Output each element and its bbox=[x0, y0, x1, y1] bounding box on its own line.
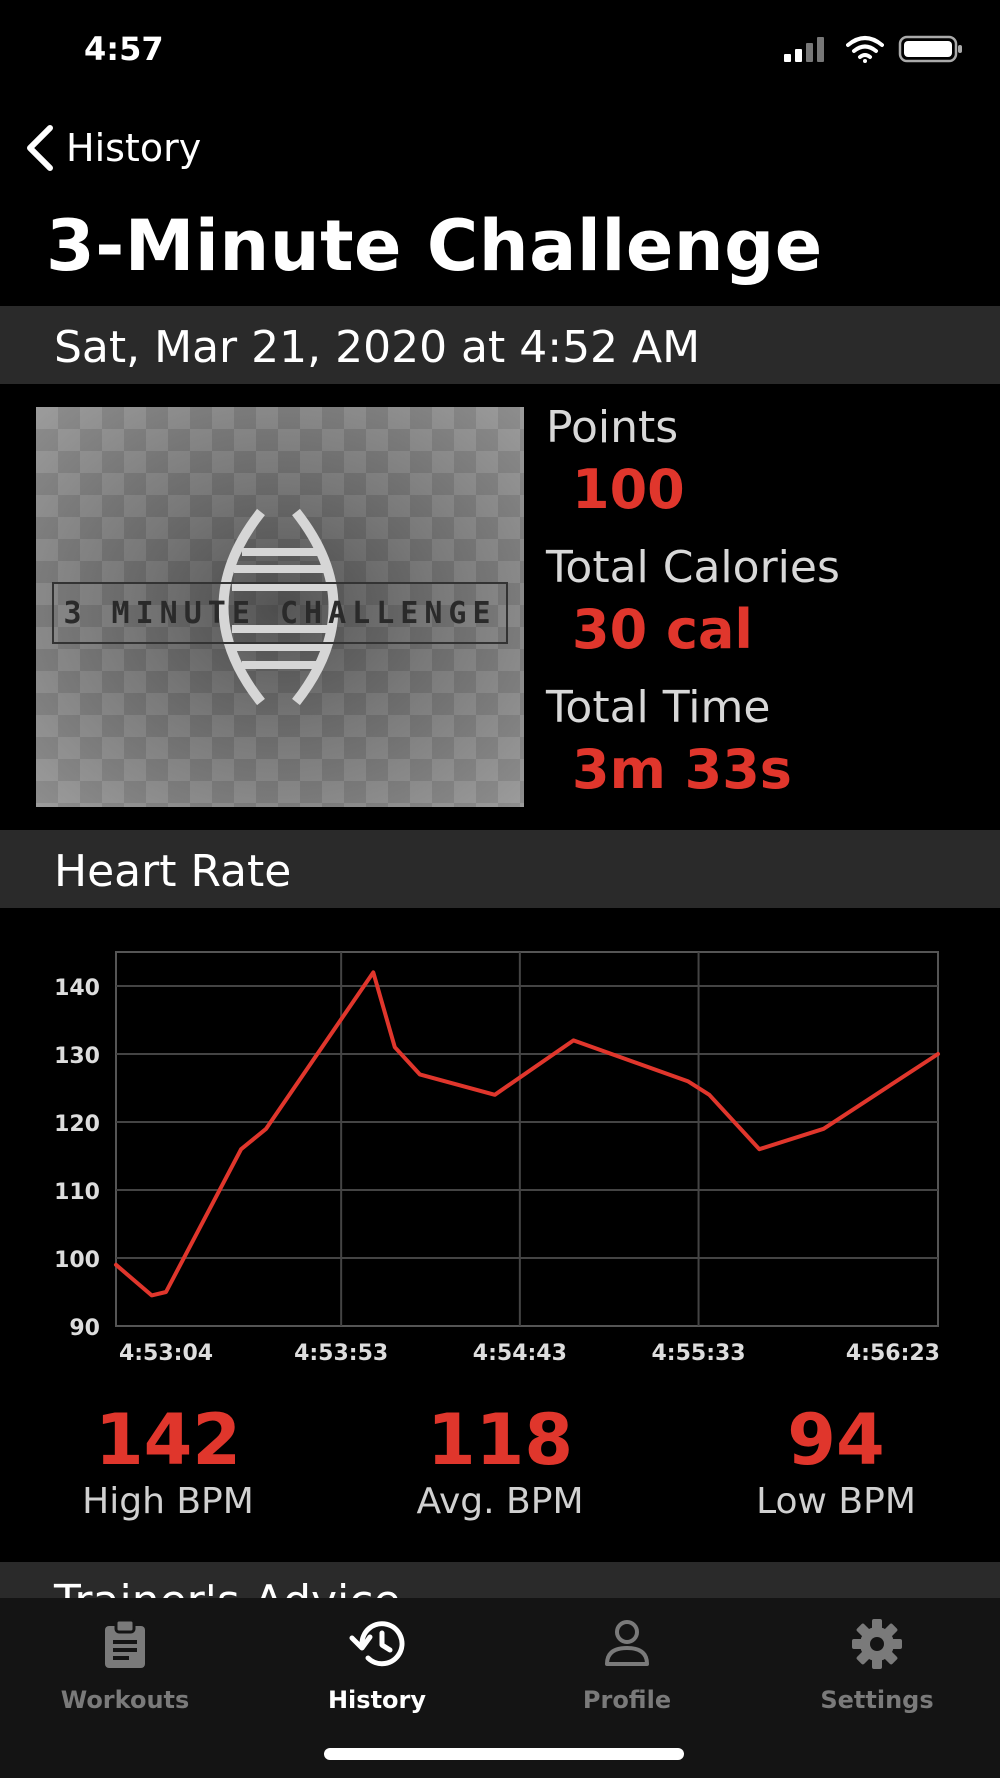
plot-frame bbox=[115, 951, 939, 1327]
time-value: 3m 33s bbox=[572, 738, 792, 801]
tab-profile-label: Profile bbox=[582, 1686, 672, 1714]
heart-rate-line bbox=[114, 970, 940, 1298]
page-title: 3-Minute Challenge bbox=[46, 205, 823, 287]
tab-history-label: History bbox=[327, 1686, 427, 1714]
status-time: 4:57 bbox=[84, 30, 164, 68]
x-tick-label: 4:53:53 bbox=[294, 1341, 388, 1366]
y-tick-label: 110 bbox=[54, 1180, 100, 1205]
high-bpm-value: 142 bbox=[94, 1399, 242, 1481]
home-indicator bbox=[324, 1748, 684, 1760]
y-tick-label: 140 bbox=[54, 976, 100, 1001]
back-button[interactable]: History bbox=[22, 118, 201, 178]
avg-bpm-value: 118 bbox=[426, 1399, 574, 1481]
heart-rate-band: Heart Rate bbox=[0, 830, 1000, 908]
calories-label: Total Calories bbox=[546, 542, 840, 593]
gear-icon bbox=[852, 1619, 902, 1669]
bpm-summary: 142 High BPM 118 Avg. BPM 94 Low BPM bbox=[0, 1400, 1000, 1540]
high-bpm: 142 High BPM bbox=[18, 1400, 318, 1524]
x-tick-label: 4:56:23 bbox=[846, 1341, 940, 1366]
tab-workouts-label: Workouts bbox=[60, 1686, 190, 1714]
calories-value: 30 cal bbox=[572, 598, 753, 661]
person-icon bbox=[605, 1620, 649, 1666]
back-label: History bbox=[66, 126, 202, 170]
low-bpm: 94 Low BPM bbox=[686, 1400, 986, 1524]
wifi-icon bbox=[846, 36, 884, 63]
points-value: 100 bbox=[572, 458, 685, 521]
x-tick-label: 4:53:04 bbox=[119, 1341, 213, 1366]
x-tick-label: 4:54:43 bbox=[473, 1341, 567, 1366]
date-band: Sat, Mar 21, 2020 at 4:52 AM bbox=[0, 306, 1000, 384]
clipboard-icon bbox=[105, 1618, 145, 1668]
tab-profile[interactable]: Profile bbox=[502, 1616, 752, 1714]
session-date: Sat, Mar 21, 2020 at 4:52 AM bbox=[54, 322, 701, 373]
history-icon bbox=[349, 1621, 405, 1667]
low-bpm-value: 94 bbox=[787, 1399, 885, 1481]
thumbnail-caption: 3 MINUTE CHALLENGE bbox=[52, 582, 508, 644]
advice-band: Trainer's Advice bbox=[0, 1562, 1000, 1602]
status-bar: 4:57 bbox=[0, 0, 1000, 105]
workout-thumbnail: 3 MINUTE CHALLENGE bbox=[36, 407, 524, 807]
y-tick-label: 120 bbox=[54, 1112, 100, 1137]
signal-icon bbox=[784, 37, 824, 62]
heart-rate-chart: 90 100 110 120 130 140 4:53:04 4:53:53 4:54:43 4:… bbox=[54, 951, 940, 1366]
tab-workouts[interactable]: Workouts bbox=[0, 1616, 250, 1714]
y-tick-label: 130 bbox=[54, 1044, 100, 1069]
low-bpm-label: Low BPM bbox=[756, 1481, 916, 1522]
tab-settings-label: Settings bbox=[820, 1686, 934, 1714]
y-tick-label: 100 bbox=[54, 1248, 100, 1273]
status-icons bbox=[784, 34, 964, 64]
avg-bpm-label: Avg. BPM bbox=[416, 1481, 584, 1522]
y-tick-label: 90 bbox=[69, 1316, 100, 1341]
chevron-left-icon bbox=[27, 125, 53, 171]
x-tick-label: 4:55:33 bbox=[651, 1341, 745, 1366]
tab-history[interactable]: History bbox=[252, 1616, 502, 1714]
tab-settings[interactable]: Settings bbox=[752, 1616, 1000, 1714]
heart-rate-title: Heart Rate bbox=[54, 846, 292, 897]
battery-icon bbox=[898, 35, 962, 63]
time-label: Total Time bbox=[546, 682, 771, 733]
high-bpm-label: High BPM bbox=[82, 1481, 254, 1522]
avg-bpm: 118 Avg. BPM bbox=[350, 1400, 650, 1524]
points-label: Points bbox=[546, 402, 679, 453]
